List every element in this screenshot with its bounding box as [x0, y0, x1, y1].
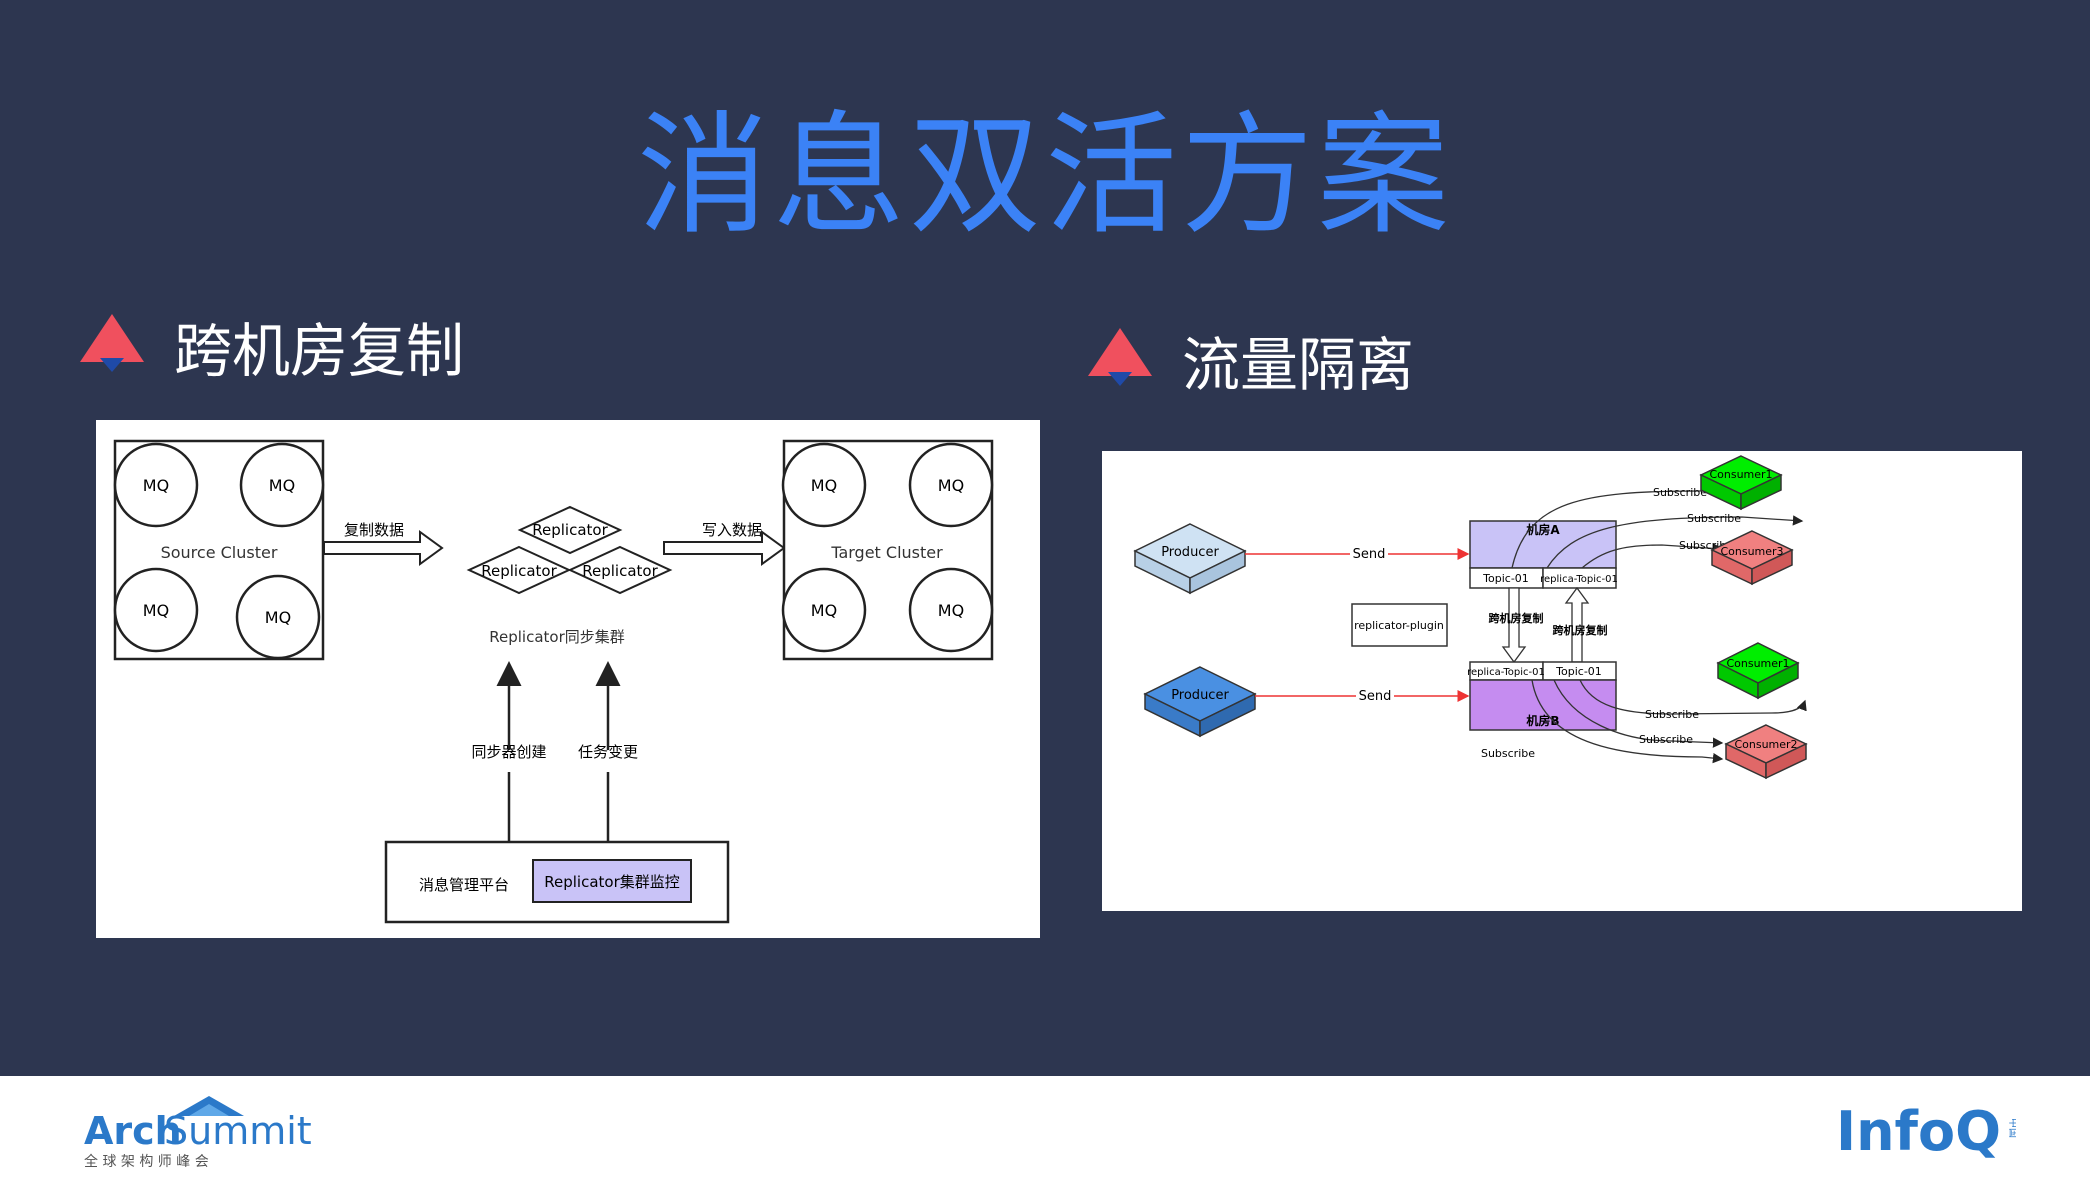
- producer-b: Producer: [1143, 666, 1257, 738]
- producer-a: Producer: [1133, 523, 1247, 595]
- archsummit-sub-text: 全 球 架 构 师 峰 会: [84, 1153, 209, 1170]
- consumer-bottom-2: Consumer2: [1724, 724, 1808, 780]
- write-arrow-label: 写入数据: [702, 521, 762, 539]
- triangle-bullet-icon: [1088, 328, 1152, 392]
- subscribe-label: Subscribe: [1639, 733, 1693, 746]
- replicate-label-1: 跨机房复制: [1489, 611, 1544, 625]
- mq-label: MQ: [811, 476, 837, 495]
- target-cluster-label: Target Cluster: [830, 543, 943, 562]
- room-b-topic: Topic-01: [1555, 665, 1602, 678]
- subscribe-label: Subscribe: [1687, 512, 1741, 525]
- change-arrow-label: 任务变更: [578, 743, 638, 761]
- consumer-bottom-1-label: Consumer1: [1726, 657, 1789, 670]
- consumer-top-1-label: Consumer1: [1709, 468, 1772, 481]
- platform-label: 消息管理平台: [419, 876, 509, 894]
- mq-label: MQ: [938, 476, 964, 495]
- section-heading-right: 流量隔离: [1088, 318, 1414, 402]
- create-arrow-label: 同步器创建: [471, 743, 546, 761]
- mq-label: MQ: [269, 476, 295, 495]
- archsummit-mountain-icon: Arch Summit 全 球 架 构 师 峰 会: [84, 1096, 312, 1170]
- infoq-text: InfoQ: [1836, 1100, 2001, 1163]
- page-title: 消息双活方案: [637, 99, 1453, 253]
- mq-label: MQ: [938, 601, 964, 620]
- mq-label: MQ: [811, 601, 837, 620]
- replicator-group-label: Replicator同步集群: [489, 628, 625, 646]
- producer-a-label: Producer: [1161, 545, 1219, 560]
- traffic-isolation-diagram-svg: Producer Send Producer Send 机房A Topic-01…: [1133, 455, 1808, 780]
- send-label-a: Send: [1353, 547, 1386, 562]
- consumer-top-3-label: Consumer3: [1720, 545, 1783, 558]
- section-heading-left: 跨机房复制: [80, 304, 464, 388]
- triangle-bullet-icon: [80, 314, 144, 378]
- subscribe-label: Subscribe: [1653, 486, 1707, 499]
- footer: Arch Summit 全 球 架 构 师 峰 会 InfoQ 中国: [0, 1076, 2090, 1178]
- right-heading-text: 流量隔离: [1182, 331, 1415, 399]
- slide: 消息双活方案 跨机房复制 流量隔离 MQ MQ MQ MQ Source Clu…: [0, 0, 2090, 1076]
- room-a-label: 机房A: [1526, 522, 1560, 537]
- infoq-logo: InfoQ 中国: [1836, 1098, 2020, 1168]
- archsummit-logo: Arch Summit 全 球 架 构 师 峰 会: [84, 1094, 324, 1174]
- archsummit-summit-text: Summit: [164, 1109, 312, 1153]
- replicate-label-2: 跨机房复制: [1553, 623, 1608, 637]
- mq-label: MQ: [143, 601, 169, 620]
- consumer-bottom-2-label: Consumer2: [1734, 738, 1797, 751]
- monitor-label: Replicator集群监控: [544, 873, 680, 891]
- send-label-b: Send: [1359, 689, 1392, 704]
- consumer-bottom-1: Consumer1: [1716, 642, 1800, 700]
- replicator-label: Replicator: [582, 562, 658, 580]
- mq-label: MQ: [143, 476, 169, 495]
- subscribe-label: Subscribe: [1645, 708, 1699, 721]
- replicator-label: Replicator: [532, 521, 608, 539]
- replicator-label: Replicator: [481, 562, 557, 580]
- left-heading-text: 跨机房复制: [174, 317, 465, 385]
- subscribe-label: Subscribe: [1481, 747, 1535, 760]
- room-a-replica-topic: replica-Topic-01: [1540, 574, 1618, 585]
- producer-b-label: Producer: [1171, 688, 1229, 703]
- consumer-top-1: Consumer1: [1699, 455, 1783, 511]
- replicator-plugin-label: replicator-plugin: [1354, 619, 1444, 632]
- traffic-isolation-diagram: Producer Send Producer Send 机房A Topic-01…: [1102, 451, 2022, 911]
- replication-diagram: MQ MQ MQ MQ Source Cluster 复制数据 Replicat…: [96, 420, 1040, 938]
- infoq-small-text: 中国: [2007, 1118, 2016, 1138]
- replication-diagram-svg: MQ MQ MQ MQ Source Cluster 复制数据 Replicat…: [113, 439, 994, 924]
- copy-arrow-label: 复制数据: [344, 521, 404, 539]
- room-a-topic: Topic-01: [1482, 572, 1529, 585]
- room-b-replica-topic: replica-Topic-01: [1467, 667, 1545, 678]
- source-cluster-label: Source Cluster: [161, 543, 278, 562]
- replicate-arrow-down: [1501, 587, 1527, 664]
- mq-label: MQ: [265, 608, 291, 627]
- room-b-label: 机房B: [1526, 713, 1559, 728]
